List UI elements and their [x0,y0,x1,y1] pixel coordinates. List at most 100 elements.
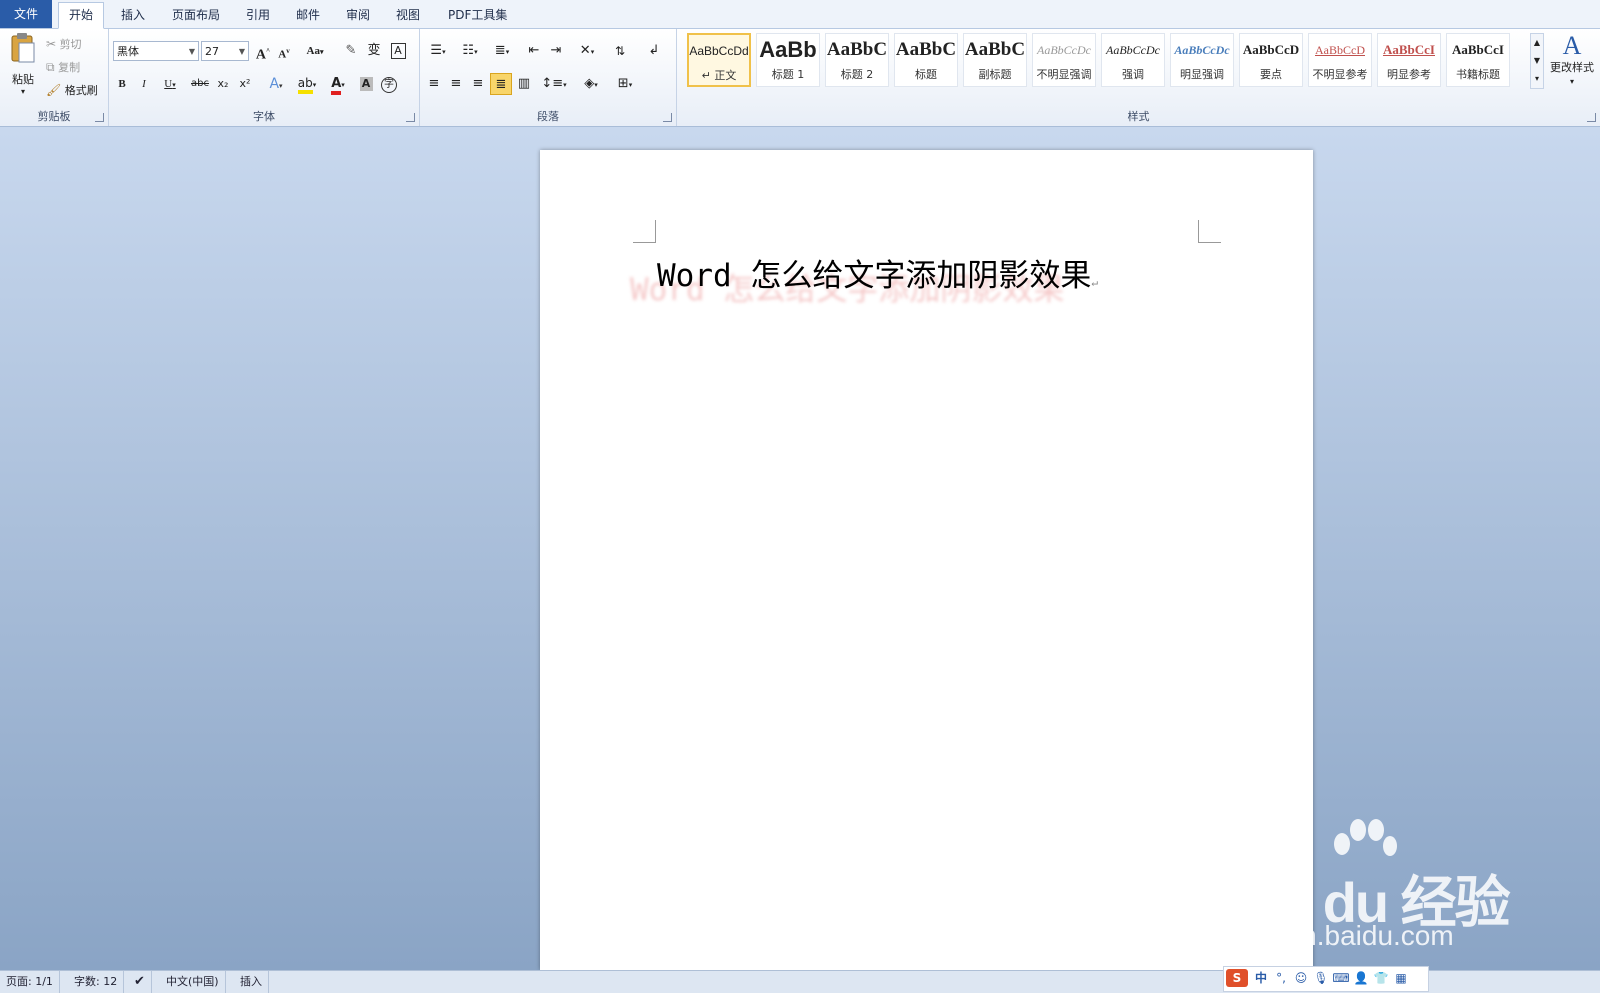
skin-icon[interactable]: 👕 [1372,969,1390,987]
style-subtle-emphasis[interactable]: AaBbCcDc 不明显强调 [1032,33,1096,87]
copy-label: 复制 [58,61,81,74]
style-strong[interactable]: AaBbCcD 要点 [1239,33,1303,87]
copy-button[interactable]: ⧉ 复制 [46,56,100,78]
microphone-icon[interactable]: 🎙 [1312,969,1330,987]
style-heading-2[interactable]: AaBbC 标题 2 [825,33,889,87]
style-subtitle[interactable]: AaBbC 副标题 [963,33,1027,87]
chevron-down-icon: ▼ [238,47,245,56]
scroll-up-icon: ▲ [1533,38,1541,47]
status-page-count[interactable]: 页面: 1/1 [0,971,60,993]
font-dialog-launcher[interactable] [406,113,415,122]
ime-punctuation-toggle[interactable]: °, [1272,969,1290,987]
styles-dialog-launcher[interactable] [1587,113,1596,122]
line-spacing-button[interactable]: ↕≡▾ [540,73,568,95]
tab-page-layout[interactable]: 页面布局 [162,4,230,26]
font-size-combo[interactable]: 27 ▼ [201,41,249,61]
style-subtle-reference[interactable]: AaBbCcD 不明显参考 [1308,33,1372,87]
subscript-button[interactable]: x₂ [213,73,233,95]
copy-icon: ⧉ [46,60,55,74]
italic-button[interactable]: I [135,73,153,95]
chevron-down-icon: ▾ [590,48,595,56]
style-intense-reference[interactable]: AaBbCcI 明显参考 [1377,33,1441,87]
enclose-char-button[interactable]: 字 [379,73,399,95]
chinese-layout-icon: ✕ [579,43,591,58]
multilevel-list-button[interactable]: ≣▾ [488,40,516,62]
bold-button[interactable]: B [113,73,131,95]
format-painter-button[interactable]: 🖌 格式刷 [46,79,106,101]
style-title[interactable]: AaBbC 标题 [894,33,958,87]
paste-label: 粘贴 [12,73,34,86]
styles-scrollbar[interactable]: ▲ ▼ ▾ [1530,33,1544,89]
char-border-button[interactable]: A [387,40,409,62]
increase-indent-button[interactable]: ⇥ [546,40,566,62]
font-color-button[interactable]: A▾ [325,73,351,95]
tab-references[interactable]: 引用 [236,4,280,26]
paste-button[interactable]: 粘贴 ▾ [6,31,40,99]
document-title-line[interactable]: Word 怎么给文字添加阴影效果 Word 怎么给文字添加阴影效果↵ [630,250,1217,310]
tab-insert[interactable]: 插入 [111,4,155,26]
borders-button[interactable]: ⊞▾ [610,73,640,95]
status-proofing[interactable]: ✔ [128,971,152,993]
strikethrough-button[interactable]: abc [189,73,211,95]
emoji-icon[interactable]: ☺ [1292,969,1310,987]
caret-up-icon: ^ [266,47,271,55]
shading-button[interactable]: ◈▾ [576,73,606,95]
user-icon[interactable]: 👤 [1352,969,1370,987]
chevron-down-icon: ▾ [1569,77,1574,86]
style-book-title[interactable]: AaBbCcI 书籍标题 [1446,33,1510,87]
paragraph-dialog-launcher[interactable] [663,113,672,122]
phonetic-guide-button[interactable]: 变 [363,40,385,62]
status-insert-mode[interactable]: 插入 [234,971,269,993]
tab-view[interactable]: 视图 [386,4,430,26]
cut-button[interactable]: ✂ 剪切 [46,33,100,55]
clear-format-button[interactable]: ✎ [341,40,361,62]
shrink-font-button[interactable]: Av [274,40,294,62]
align-right-button[interactable]: ≡ [468,73,488,95]
style-sample: AaBbCcD [1315,43,1365,57]
underline-button[interactable]: U▾ [157,73,183,95]
char-shading-icon: A [359,77,373,91]
toolbox-icon[interactable]: ▦ [1392,969,1410,987]
align-center-button[interactable]: ≡ [446,73,466,95]
indent-icon: ⇥ [550,43,562,58]
paragraph-mark: ↵ [1091,276,1098,289]
font-name-combo[interactable]: 黑体 ▼ [113,41,199,61]
style-sample: AaBb [759,37,817,62]
align-left-button[interactable]: ≡ [424,73,444,95]
grow-font-button[interactable]: A^ [253,40,273,63]
numbering-button[interactable]: ☷▾ [456,40,484,62]
decrease-indent-button[interactable]: ⇤ [524,40,544,62]
change-styles-button[interactable]: A 更改样式 ▾ [1547,31,1597,95]
tab-mailings[interactable]: 邮件 [286,4,330,26]
change-case-button[interactable]: Aa▾ [301,40,329,62]
document-title[interactable]: Word 怎么给文字添加阴影效果↵ [657,250,1098,295]
tab-file[interactable]: 文件 [0,0,53,28]
style-normal[interactable]: AaBbCcDd ↵ 正文 [687,33,751,87]
tab-pdf-tools[interactable]: PDF工具集 [438,4,517,26]
clipboard-dialog-launcher[interactable] [95,113,104,122]
sort-button[interactable]: ⇅ [610,40,630,62]
char-shading-button[interactable]: A [357,73,375,95]
style-heading-1[interactable]: AaBb 标题 1 [756,33,820,87]
sogou-logo-icon[interactable]: S [1226,969,1248,987]
cut-label: 剪切 [59,38,82,51]
superscript-button[interactable]: x² [235,73,255,95]
highlight-button[interactable]: ab▾ [293,73,321,95]
style-sample: AaBbCcDd [689,44,749,58]
chinese-layout-button[interactable]: ✕▾ [572,40,602,62]
distributed-button[interactable]: ▥ [514,73,534,95]
chevron-down-icon: ▾ [20,87,25,96]
status-word-count[interactable]: 字数: 12 [68,971,125,993]
tab-review[interactable]: 审阅 [336,4,380,26]
justify-button[interactable]: ≣ [490,73,512,95]
tab-home[interactable]: 开始 [58,2,105,29]
status-language[interactable]: 中文(中国) [160,971,226,993]
text-effects-button[interactable]: A▾ [263,73,289,95]
ime-language-toggle[interactable]: 中 [1252,969,1270,987]
keyboard-icon[interactable]: ⌨ [1332,969,1350,987]
style-intense-emphasis[interactable]: AaBbCcDc 明显强调 [1170,33,1234,87]
document-page[interactable]: Word 怎么给文字添加阴影效果 Word 怎么给文字添加阴影效果↵ [540,150,1313,970]
show-marks-button[interactable]: ↲ [644,40,664,62]
style-emphasis[interactable]: AaBbCcDc 强调 [1101,33,1165,87]
bullets-button[interactable]: ☰▾ [424,40,452,62]
